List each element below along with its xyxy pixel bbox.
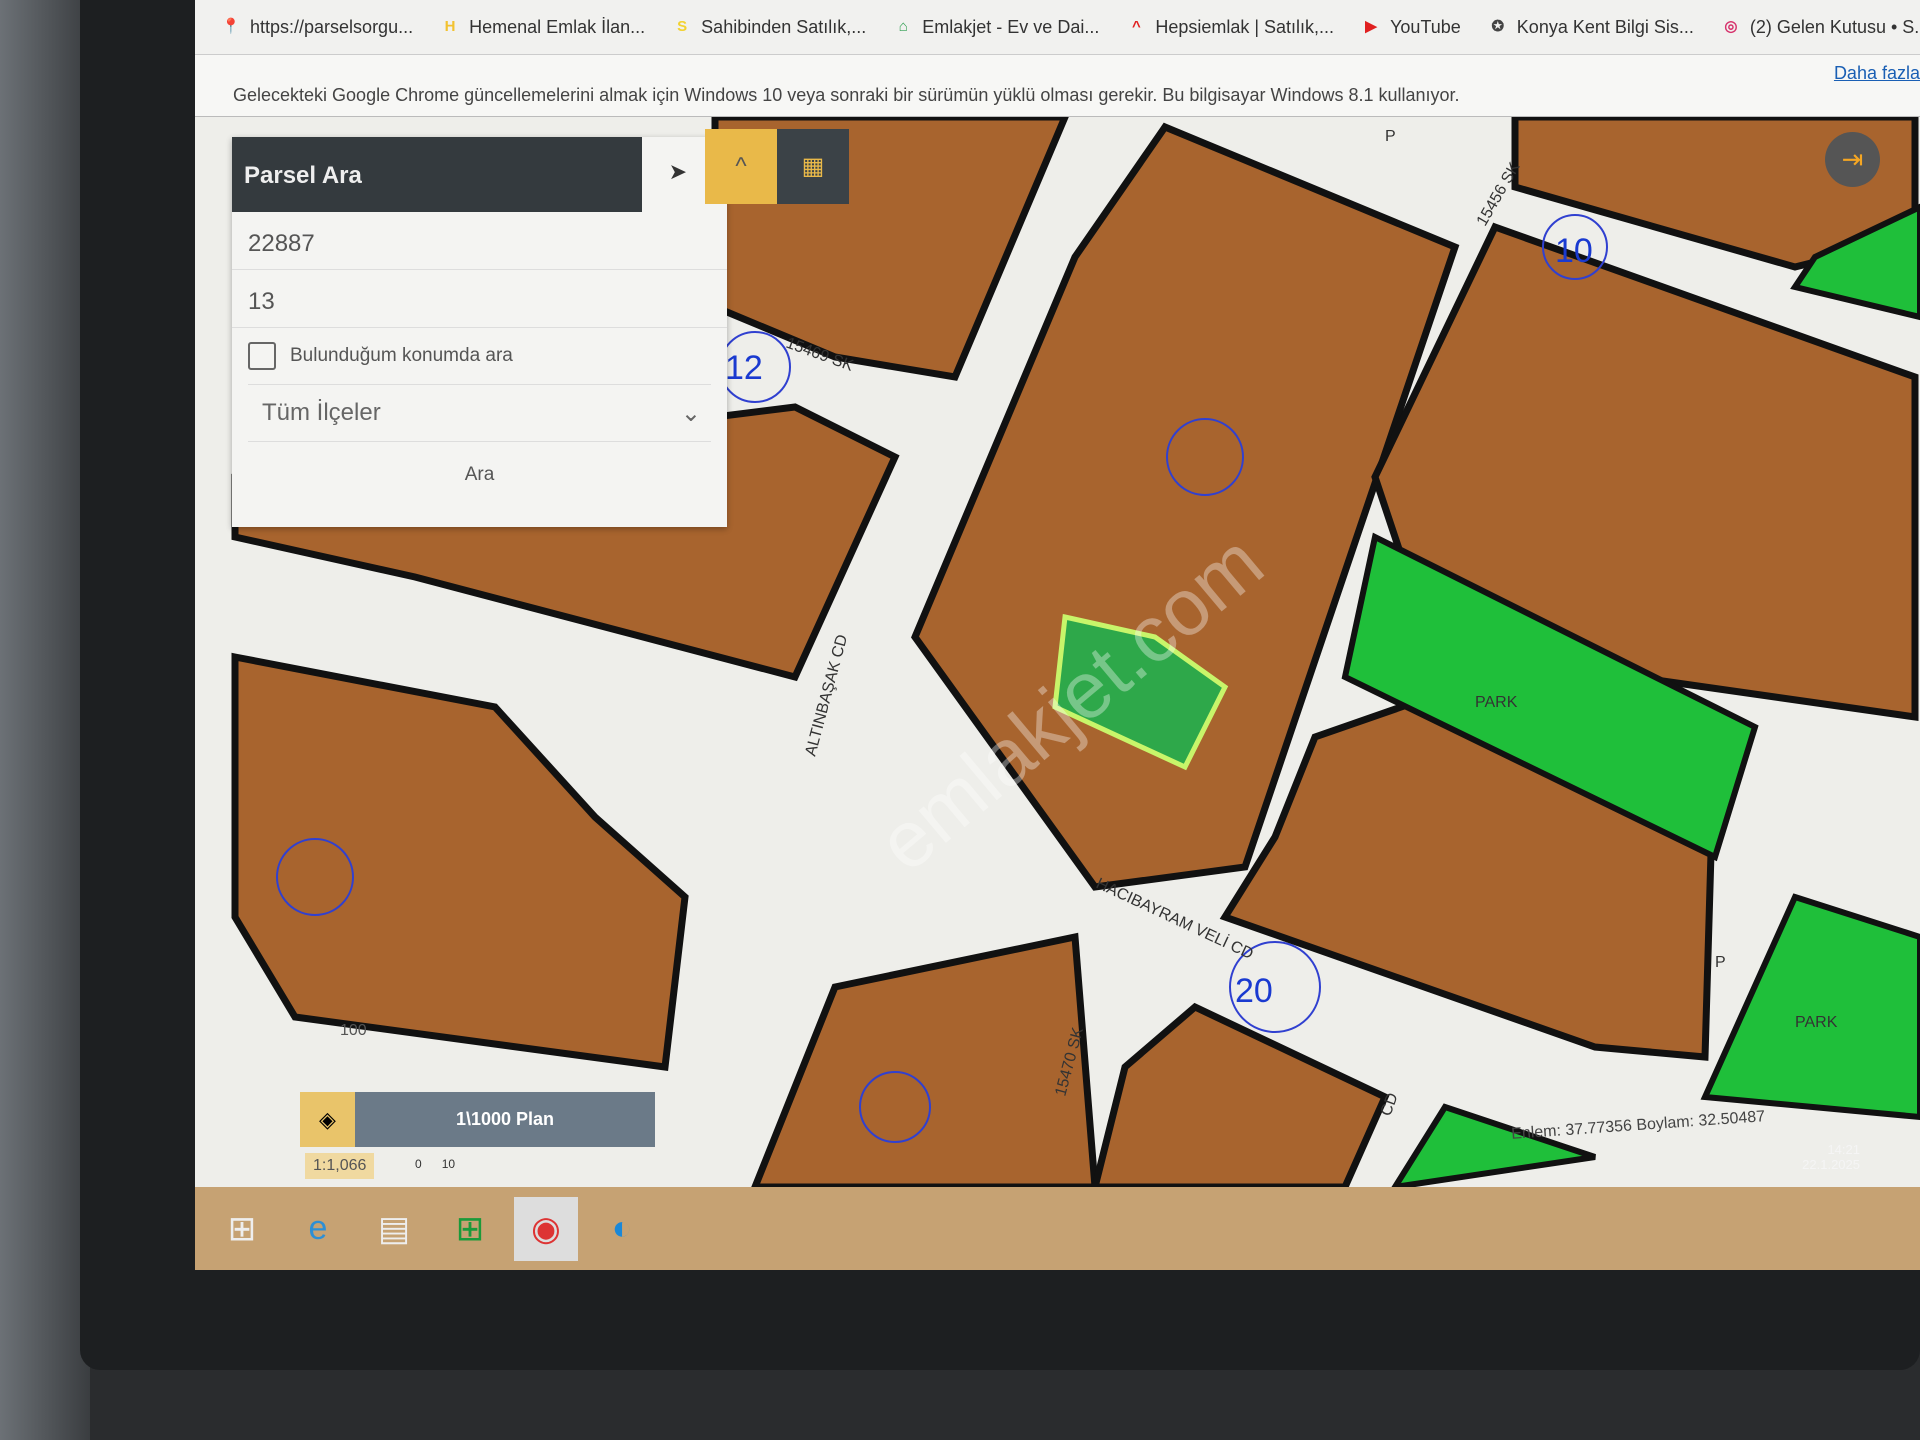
bookmark[interactable]: ✪ Konya Kent Bilgi Sis... (1487, 16, 1694, 38)
street-label: 15456 SK (1474, 159, 1524, 229)
district-value: Tüm İlçeler (262, 399, 381, 426)
parcel-search-panel: Parsel Ara ➤ 22887 13 Bulunduğum konumda… (232, 137, 727, 527)
bookmark[interactable]: ^ Hepsiemlak | Satılık,... (1125, 16, 1334, 38)
map-number-10: 10 (1555, 232, 1593, 270)
park-area[interactable] (1391, 1103, 1596, 1187)
bookmark[interactable]: 📍 https://parselsorgu... (220, 16, 413, 38)
district-select[interactable]: Tüm İlçeler ⌄ (248, 384, 711, 442)
clock: 14:21 22.1.2025 (1802, 1142, 1860, 1172)
layer-label: 1\1000 Plan (355, 1092, 655, 1147)
chevron-down-icon: ⌄ (680, 400, 701, 427)
screen: 📍 https://parselsorgu... H Hemenal Emlak İl… (195, 0, 1920, 1270)
location-checkbox[interactable]: Bulunduğum konumda ara (232, 328, 727, 384)
search-button[interactable]: Ara (232, 442, 727, 486)
bookmarks-bar: 📍 https://parselsorgu... H Hemenal Emlak İl… (195, 0, 1920, 55)
bookmark-label: Konya Kent Bilgi Sis... (1516, 16, 1694, 37)
update-infobar: Gelecekteki Google Chrome güncellemeleri… (195, 55, 1920, 117)
youtube-icon: ▶ (1365, 18, 1377, 35)
map-view[interactable]: 12 10 20 ALTINBAŞAK CD HACIBAYRAM VELİ C… (195, 117, 1920, 1187)
bookmark-label: YouTube (1390, 16, 1461, 37)
scale-bar-start: 0 (415, 1157, 422, 1171)
instagram-icon: ◎ (1724, 18, 1738, 35)
bookmark[interactable]: H Hemenal Emlak İlan... (439, 16, 646, 38)
bookmark-label: Hemenal Emlak İlan... (469, 16, 646, 37)
map-toolbar: ^ ▦ (705, 129, 849, 204)
emlakjet-icon: ⌂ (898, 18, 908, 35)
windows-start-icon[interactable]: ⊞ (210, 1197, 274, 1261)
scale-bar: 0 10 (415, 1157, 455, 1171)
scale-ratio: 1:1,066 (305, 1153, 375, 1179)
bookmark[interactable]: S Sahibinden Satılık,... (671, 16, 866, 38)
scale-bar-end: 10 (441, 1157, 456, 1171)
collapse-button[interactable]: ^ (705, 129, 777, 204)
grid-icon[interactable]: ▦ (777, 129, 849, 204)
parcel[interactable] (231, 652, 689, 1071)
edge-icon[interactable]: ◐ (590, 1197, 654, 1261)
bookmark-label: Hepsiemlak | Satılık,... (1155, 16, 1335, 37)
clock-date: 22.1.2025 (1802, 1157, 1860, 1172)
bookmark-label: Emlakjet - Ev ve Dai... (922, 16, 1100, 37)
bookmark[interactable]: ⌂ Emlakjet - Ev ve Dai... (892, 16, 1100, 38)
checkbox-label: Bulunduğum konumda ara (290, 345, 513, 366)
location-pin-icon: 📍 (221, 18, 241, 35)
store-icon[interactable]: ⊞ (438, 1197, 502, 1261)
internet-explorer-icon[interactable]: e (286, 1197, 350, 1261)
hemenal-icon: H (444, 18, 456, 35)
park-label: PARK (1475, 694, 1518, 711)
zoom-level: 100 (340, 1022, 367, 1039)
parsel-input[interactable]: 13 (232, 270, 727, 328)
background-object (0, 0, 90, 1440)
map-number-12: 12 (725, 349, 763, 387)
layers-icon[interactable]: ◈ (300, 1092, 355, 1147)
more-link[interactable]: Daha fazla (1834, 63, 1920, 84)
ada-input[interactable]: 22887 (232, 212, 727, 270)
bookmark[interactable]: ▶ YouTube (1360, 16, 1461, 38)
sahibinden-icon: S (677, 18, 688, 35)
bookmark-label: (2) Gelen Kutusu • S... (1749, 16, 1920, 37)
parking-label: P (1385, 128, 1396, 145)
checkbox[interactable] (248, 342, 276, 370)
locate-icon[interactable]: ➤ (669, 159, 687, 185)
bookmark-label: https://parselsorgu... (250, 16, 414, 37)
park-area[interactable] (1700, 893, 1920, 1121)
bookmark-label: Sahibinden Satılık,... (701, 16, 867, 37)
clock-time: 14:21 (1827, 1142, 1860, 1157)
login-button[interactable]: ⇥ (1825, 132, 1880, 187)
layer-selector[interactable]: ◈ 1\1000 Plan (300, 1092, 655, 1147)
parking-label: P (1715, 954, 1726, 971)
taskbar: ⊞ e ▤ ⊞ ◉ ◐ (195, 1187, 1920, 1270)
parcel[interactable] (751, 932, 1099, 1187)
konya-icon: ✪ (1491, 18, 1505, 35)
parcel[interactable] (1091, 1002, 1390, 1187)
map-number-20: 20 (1235, 972, 1273, 1010)
update-message: Gelecekteki Google Chrome güncellemeleri… (233, 85, 1460, 105)
chrome-icon[interactable]: ◉ (514, 1196, 578, 1261)
hepsiemlak-icon: ^ (1131, 18, 1141, 35)
park-label: PARK (1795, 1014, 1838, 1031)
file-explorer-icon[interactable]: ▤ (362, 1197, 426, 1261)
panel-title: Parsel Ara (232, 137, 642, 212)
bookmark[interactable]: ◎ (2) Gelen Kutusu • S... (1720, 16, 1920, 38)
